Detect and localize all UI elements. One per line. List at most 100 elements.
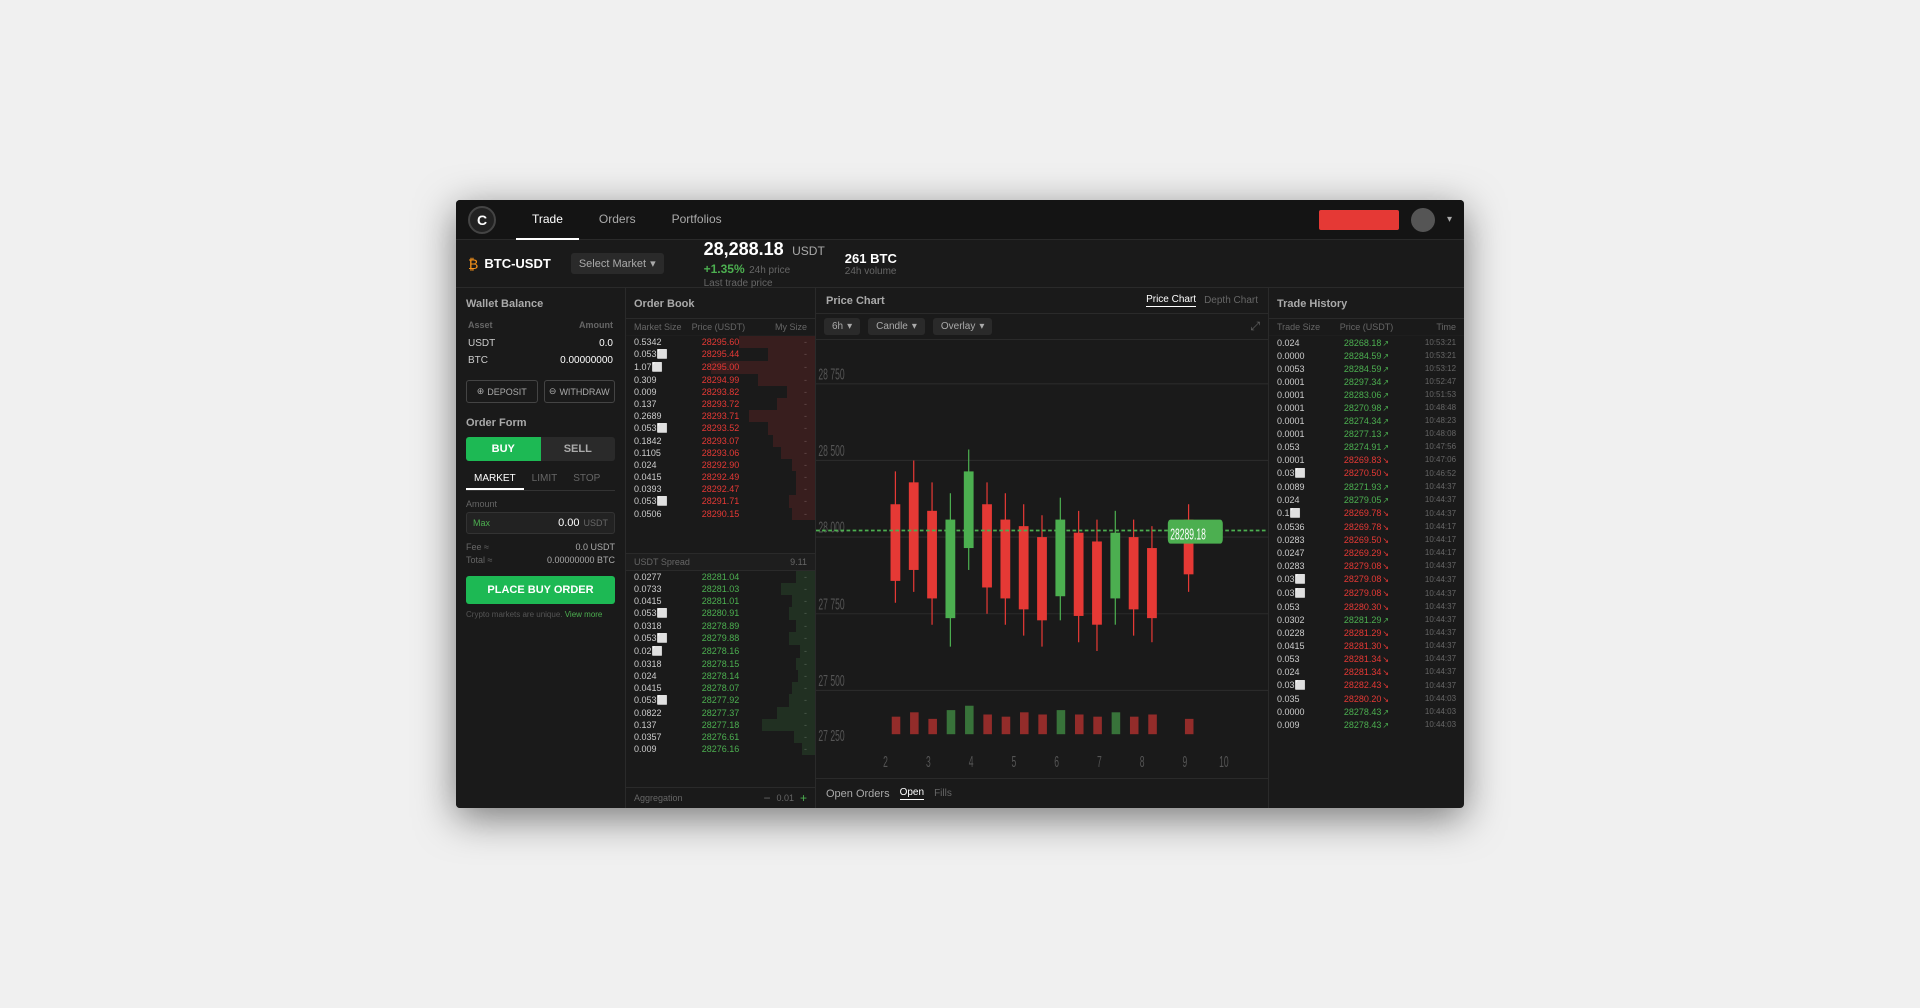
asset-name: USDT — [468, 336, 517, 351]
trade-size: 0.009 — [1277, 720, 1337, 730]
trade-price: 28281.30↘ — [1337, 641, 1397, 651]
trade-history-row: 0.03⬜28279.08↘10:44:37 — [1269, 586, 1464, 600]
open-orders-tab-open[interactable]: Open — [900, 787, 924, 800]
volume-value: 261 BTC — [845, 251, 897, 266]
ob-ask-row[interactable]: 0.268928293.71- — [626, 410, 815, 422]
trade-time: 10:48:23 — [1396, 416, 1456, 425]
nav-tab-trade[interactable]: Trade — [516, 200, 579, 240]
ob-bid-row[interactable]: 0.041528278.07- — [626, 682, 815, 694]
timeframe-button[interactable]: 6h ▾ — [824, 318, 860, 335]
trade-price: 28284.59↗ — [1337, 364, 1397, 374]
ob-bid-row[interactable]: 0.031828278.89- — [626, 620, 815, 632]
trade-time: 10:44:37 — [1396, 641, 1456, 650]
nav-tab-orders[interactable]: Orders — [583, 200, 652, 240]
bid-price: 28281.03 — [692, 584, 750, 594]
chart-type-label: Candle — [876, 321, 908, 332]
spread-value: 9.11 — [790, 557, 807, 567]
ask-size: 0.0506 — [634, 509, 692, 519]
expand-button[interactable]: ⤢ — [1250, 319, 1260, 334]
tab-price-chart[interactable]: Price Chart — [1146, 294, 1196, 307]
app-container: C Trade Orders Portfolios ▾ ₿ BTC-USDT S… — [456, 200, 1464, 808]
ob-ask-row[interactable]: 0.041528292.49- — [626, 471, 815, 483]
action-buttons: ⊕ DEPOSIT ⊖ WITHDRAW — [466, 380, 615, 403]
ob-bid-row[interactable]: 0.082228277.37- — [626, 707, 815, 719]
ask-price: 28293.82 — [692, 387, 750, 397]
order-type-market[interactable]: MARKET — [466, 469, 524, 490]
ob-ask-row[interactable]: 0.053⬜28295.44- — [626, 348, 815, 361]
trade-size: 0.053 — [1277, 442, 1337, 452]
asset-header: Asset — [468, 320, 517, 334]
open-orders-tab-fills[interactable]: Fills — [934, 788, 952, 799]
ask-size: 0.137 — [634, 399, 692, 409]
nav-tab-portfolios[interactable]: Portfolios — [656, 200, 738, 240]
col-market-size: Market Size — [634, 322, 692, 332]
open-orders-title: Open Orders — [826, 788, 890, 800]
ob-ask-row[interactable]: 0.30928294.99- — [626, 374, 815, 386]
ob-ask-row[interactable]: 0.13728293.72- — [626, 398, 815, 410]
trade-history-row: 0.05328281.34↘10:44:37 — [1269, 652, 1464, 665]
withdraw-button[interactable]: ⊖ WITHDRAW — [544, 380, 616, 403]
bid-size: 0.053⬜ — [634, 695, 692, 706]
ob-bid-row[interactable]: 0.027728281.04- — [626, 571, 815, 583]
ob-bid-row[interactable]: 0.053⬜28279.88- — [626, 632, 815, 645]
place-order-button[interactable]: PLACE BUY ORDER — [466, 576, 615, 604]
ob-ask-row[interactable]: 1.07⬜28295.00- — [626, 361, 815, 374]
aggregation-plus-button[interactable]: + — [800, 791, 807, 805]
trade-size: 0.0001 — [1277, 416, 1337, 426]
trade-history-row: 0.028328279.08↘10:44:37 — [1269, 559, 1464, 572]
nav-tabs: Trade Orders Portfolios — [516, 200, 1319, 240]
ob-ask-row[interactable]: 0.110528293.06- — [626, 447, 815, 459]
svg-text:27 500: 27 500 — [818, 672, 844, 689]
ob-ask-row[interactable]: 0.050628290.15- — [626, 508, 815, 520]
ob-bid-row[interactable]: 0.035728276.61- — [626, 731, 815, 743]
ob-bid-row[interactable]: 0.02428278.14- — [626, 670, 815, 682]
last-trade-label: Last trade price — [704, 278, 825, 289]
ob-ask-row[interactable]: 0.00928293.82- — [626, 386, 815, 398]
ob-bid-row[interactable]: 0.13728277.18- — [626, 719, 815, 731]
ob-bid-row[interactable]: 0.00928276.16- — [626, 743, 815, 755]
trade-size: 0.053 — [1277, 654, 1337, 664]
deposit-button[interactable]: ⊕ DEPOSIT — [466, 380, 538, 403]
disclaimer: Crypto markets are unique. View more — [466, 610, 615, 619]
aggregation-minus-button[interactable]: − — [763, 791, 770, 805]
bid-size: 0.053⬜ — [634, 633, 692, 644]
ask-price: 28293.52 — [692, 423, 750, 434]
avatar[interactable] — [1411, 208, 1435, 232]
ask-price: 28293.07 — [692, 436, 750, 446]
trade-history-row: 0.02428279.05↗10:44:37 — [1269, 493, 1464, 506]
ob-bid-row[interactable]: 0.053⬜28280.91- — [626, 607, 815, 620]
asset-name: BTC — [468, 353, 517, 368]
chart-header: Price Chart Price Chart Depth Chart — [816, 288, 1268, 314]
bid-size: 0.053⬜ — [634, 608, 692, 619]
ob-ask-row[interactable]: 0.184228293.07- — [626, 435, 815, 447]
buy-tab[interactable]: BUY — [466, 437, 541, 461]
ob-bid-row[interactable]: 0.031828278.15- — [626, 658, 815, 670]
ob-ask-row[interactable]: 0.02428292.90- — [626, 459, 815, 471]
ob-bid-row[interactable]: 0.041528281.01- — [626, 595, 815, 607]
amount-input[interactable]: Max 0.00 USDT — [466, 512, 615, 534]
trade-time: 10:44:17 — [1396, 522, 1456, 531]
ob-ask-row[interactable]: 0.053⬜28293.52- — [626, 422, 815, 435]
ob-ask-row[interactable]: 0.039328292.47- — [626, 483, 815, 495]
select-market-button[interactable]: Select Market ▾ — [571, 253, 664, 274]
view-more-link[interactable]: View more — [565, 610, 603, 619]
chart-type-button[interactable]: Candle ▾ — [868, 318, 925, 335]
order-type-limit[interactable]: LIMIT — [524, 469, 566, 490]
order-type-stop[interactable]: STOP — [565, 469, 608, 490]
ob-bid-row[interactable]: 0.053⬜28277.92- — [626, 694, 815, 707]
ob-ask-row[interactable]: 0.053⬜28291.71- — [626, 495, 815, 508]
overlay-button[interactable]: Overlay ▾ — [933, 318, 992, 335]
sell-tab[interactable]: SELL — [541, 437, 616, 461]
trade-time: 10:44:37 — [1396, 615, 1456, 624]
bid-price: 28281.04 — [692, 572, 750, 582]
ob-bid-row[interactable]: 0.02⬜28278.16- — [626, 645, 815, 658]
ob-ask-row[interactable]: 0.534228295.60- — [626, 336, 815, 348]
trade-size: 0.0302 — [1277, 615, 1337, 625]
trade-history-row: 0.05328280.30↘10:44:37 — [1269, 600, 1464, 613]
trade-size: 0.0415 — [1277, 641, 1337, 651]
ob-bid-row[interactable]: 0.073328281.03- — [626, 583, 815, 595]
ask-size: 0.309 — [634, 375, 692, 385]
tab-depth-chart[interactable]: Depth Chart — [1204, 295, 1258, 306]
trade-history-row: 0.008928271.93↗10:44:37 — [1269, 480, 1464, 493]
amount-header: Amount — [519, 320, 613, 334]
